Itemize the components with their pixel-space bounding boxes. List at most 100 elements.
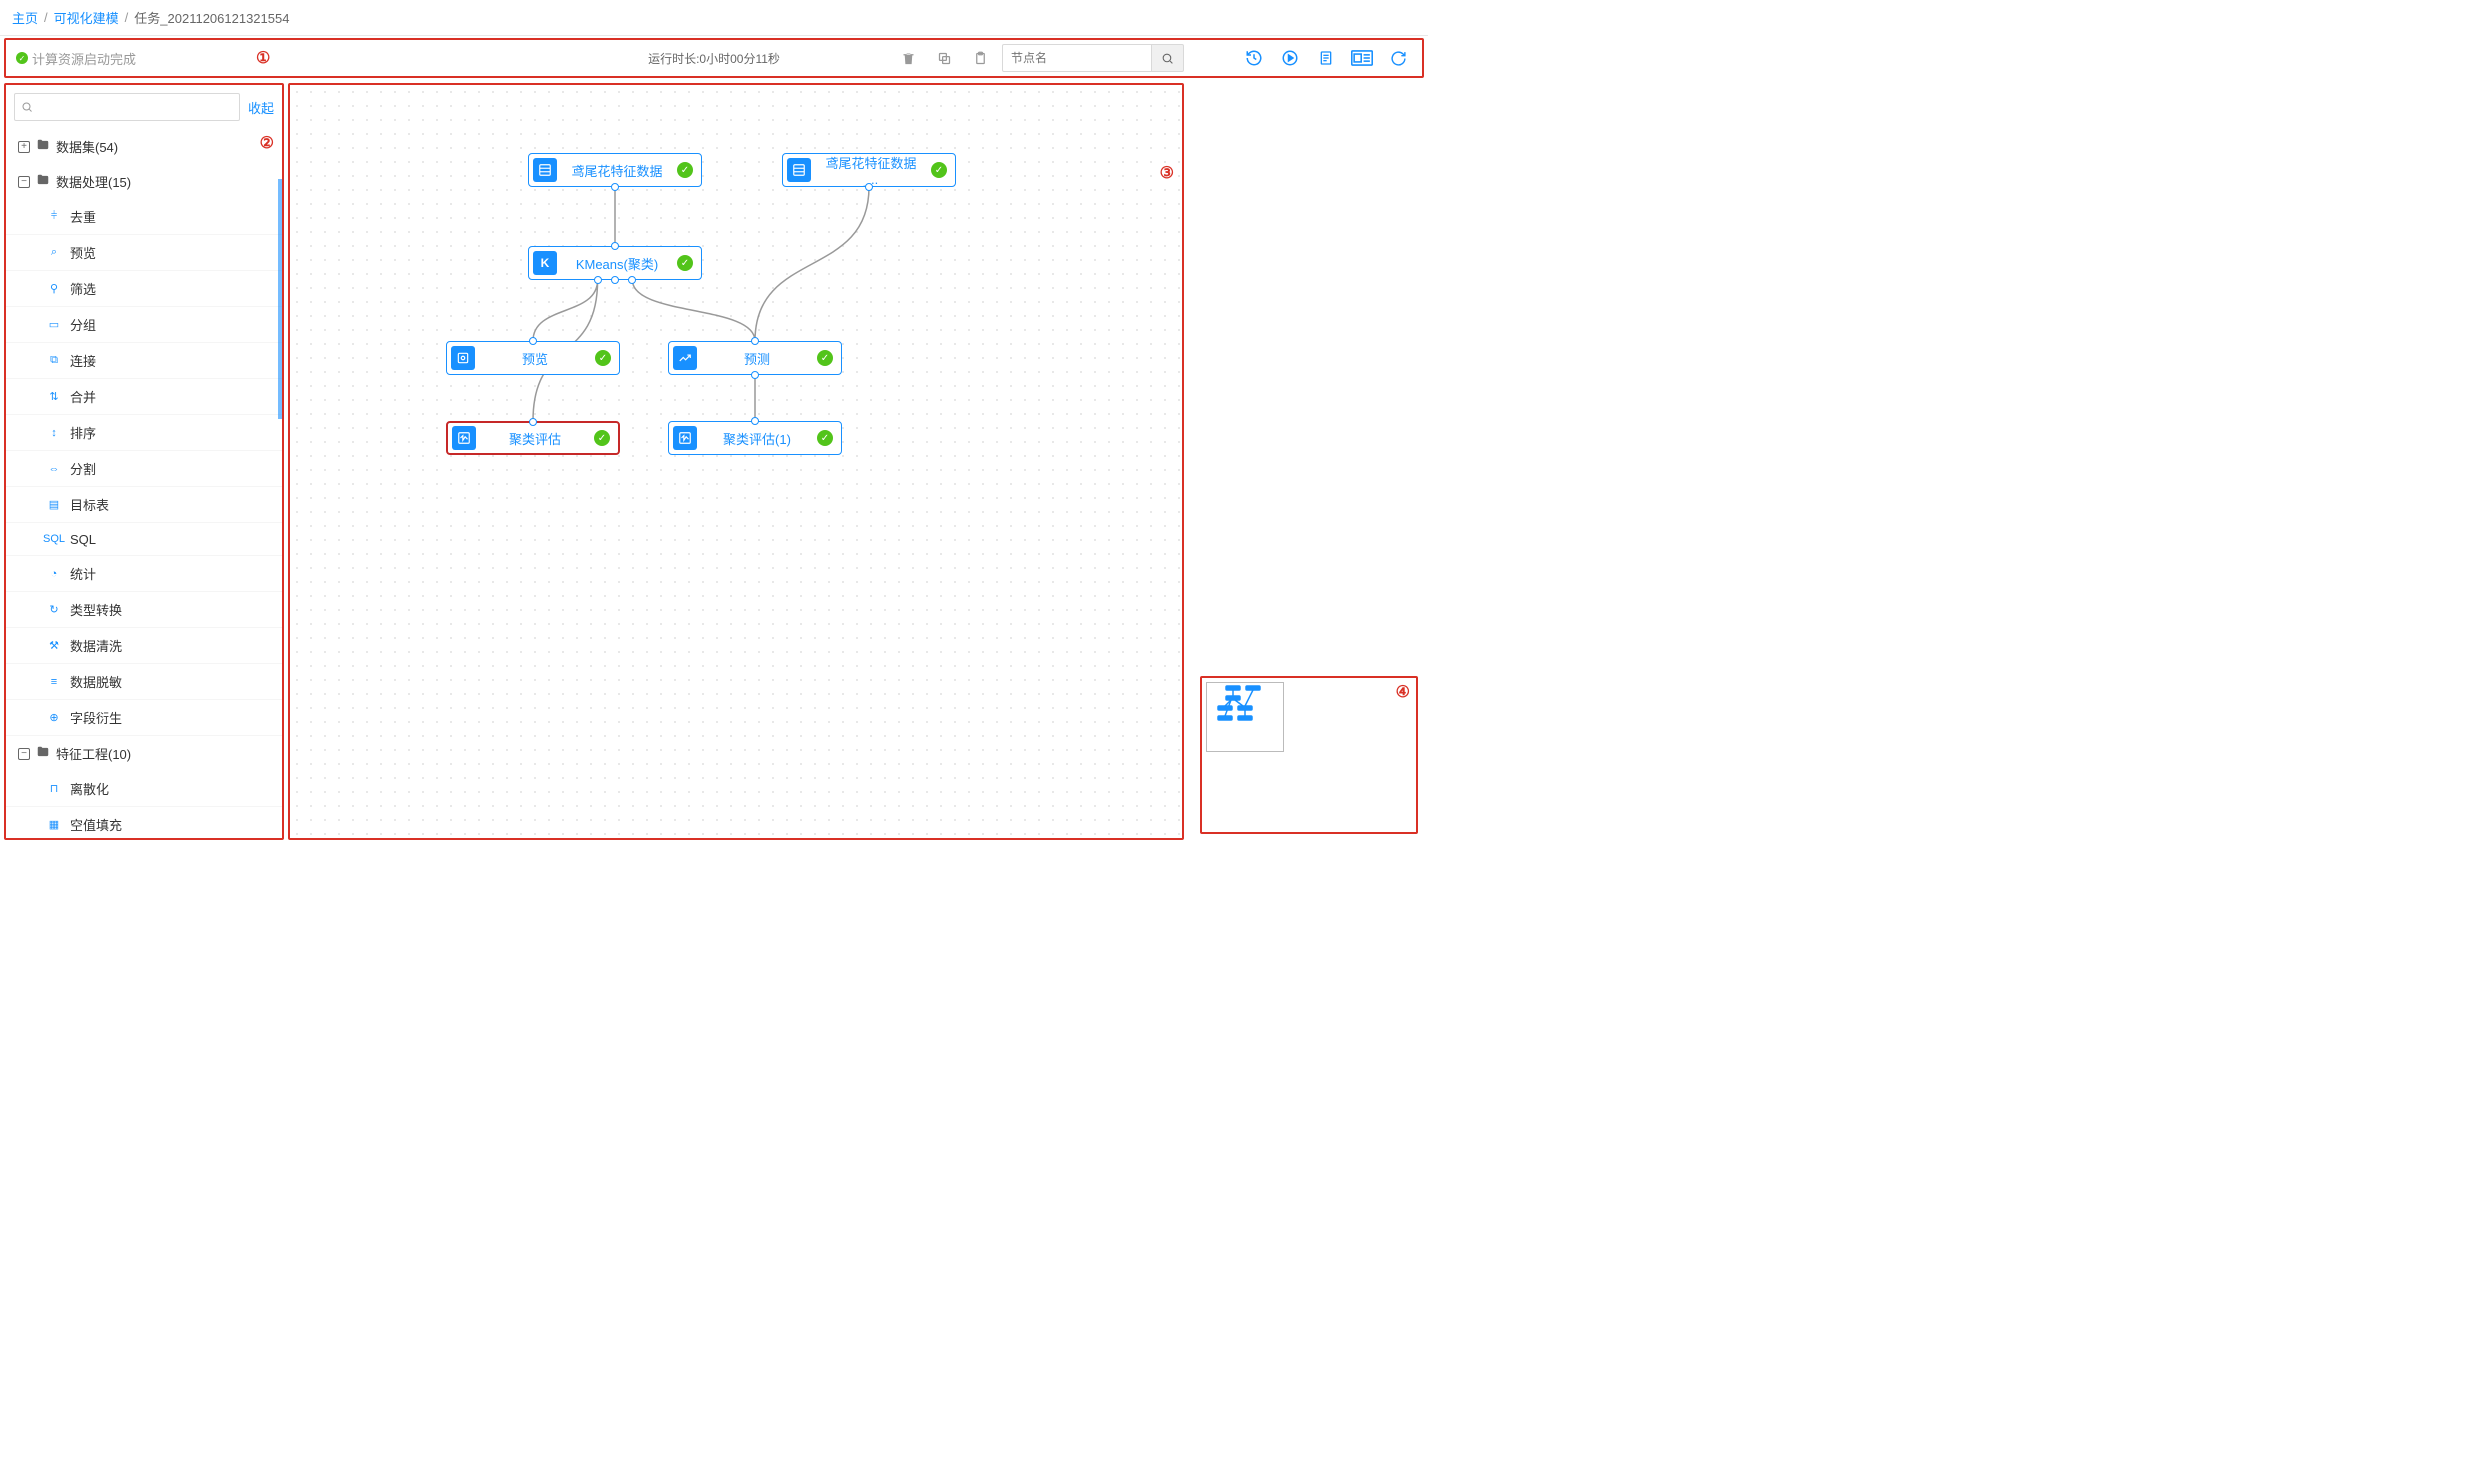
tree-item-label: 合并 xyxy=(70,387,96,406)
breadcrumb-home-link[interactable]: 主页 xyxy=(12,8,38,27)
sidebar-collapse-link[interactable]: 收起 xyxy=(248,98,274,117)
output-port[interactable] xyxy=(628,276,636,284)
tree-item-label: 连接 xyxy=(70,351,96,370)
tree-item-label: 类型转换 xyxy=(70,600,122,619)
node-search-button[interactable] xyxy=(1152,44,1184,72)
split-icon: ⇔ xyxy=(46,461,62,477)
delete-button[interactable] xyxy=(894,44,922,72)
output-port[interactable] xyxy=(594,276,602,284)
tree-item[interactable]: ≡ 数据脱敏 xyxy=(6,664,282,700)
tree-item[interactable]: ▤ 目标表 xyxy=(6,487,282,523)
input-port[interactable] xyxy=(529,337,537,345)
discretize-icon: ⊓ xyxy=(46,781,62,797)
tree-item[interactable]: ⇅ 合并 xyxy=(6,379,282,415)
history-icon xyxy=(1245,49,1263,67)
node-label: 鸢尾花特征数据_.. xyxy=(819,153,923,187)
input-port[interactable] xyxy=(611,242,619,250)
tree-item[interactable]: SQL SQL xyxy=(6,523,282,556)
output-port[interactable] xyxy=(611,183,619,191)
trash-icon xyxy=(901,51,916,66)
flow-node[interactable]: 预览 ✓ xyxy=(446,341,620,375)
tree-item[interactable]: ↕ 排序 xyxy=(6,415,282,451)
component-tree[interactable]: + 数据集(54)− 数据处理(15)⫩ 去重⌕ 预览⚲ 筛选▭ 分组⧉ 连接⇅… xyxy=(6,129,282,838)
preview-node-icon xyxy=(451,346,475,370)
folder-icon xyxy=(36,173,50,190)
flow-node[interactable]: 聚类评估 ✓ xyxy=(446,421,620,455)
mask-icon: ≡ xyxy=(46,674,62,690)
input-port[interactable] xyxy=(751,417,759,425)
flow-edge[interactable] xyxy=(755,187,869,341)
minimap[interactable]: ④ xyxy=(1200,676,1418,834)
history-button[interactable] xyxy=(1240,44,1268,72)
flow-edge[interactable] xyxy=(533,280,598,341)
tree-group[interactable]: − 特征工程(10) xyxy=(6,736,282,771)
breadcrumb-section-link[interactable]: 可视化建模 xyxy=(54,8,119,27)
flow-node[interactable]: 聚类评估(1) ✓ xyxy=(668,421,842,455)
document-icon xyxy=(1318,50,1334,66)
refresh-button[interactable] xyxy=(1384,44,1412,72)
tree-item-label: 筛选 xyxy=(70,279,96,298)
tree-item[interactable]: ⌕ 预览 xyxy=(6,235,282,271)
node-label: 聚类评估(1) xyxy=(705,429,809,448)
paste-button[interactable] xyxy=(966,44,994,72)
tree-item[interactable]: ⚲ 筛选 xyxy=(6,271,282,307)
tree-item[interactable]: ⧉ 连接 xyxy=(6,343,282,379)
callout-4: ④ xyxy=(1396,682,1410,702)
merge-icon: ⇅ xyxy=(46,389,62,405)
status-success-icon: ✓ xyxy=(817,350,833,366)
input-port[interactable] xyxy=(751,337,759,345)
tree-item[interactable]: ▭ 分组 xyxy=(6,307,282,343)
breadcrumb-current: 任务_20211206121321554 xyxy=(134,8,289,27)
scrollbar-indicator[interactable] xyxy=(278,179,282,419)
flow-node[interactable]: 鸢尾花特征数据 ✓ xyxy=(528,153,702,187)
sidebar-search-input[interactable] xyxy=(14,93,240,121)
join-icon: ⧉ xyxy=(46,353,62,369)
tree-item[interactable]: ⊕ 字段衍生 xyxy=(6,700,282,736)
output-port[interactable] xyxy=(611,276,619,284)
tree-item[interactable]: ⊓ 离散化 xyxy=(6,771,282,807)
flow-node[interactable]: 鸢尾花特征数据_.. ✓ xyxy=(782,153,956,187)
flow-edge[interactable] xyxy=(632,280,755,341)
node-label: 聚类评估 xyxy=(484,429,586,448)
tree-item-label: 预览 xyxy=(70,243,96,262)
status-text: 计算资源启动完成 xyxy=(32,49,136,68)
tree-item-label: 离散化 xyxy=(70,779,109,798)
tree-item-label: 去重 xyxy=(70,207,96,226)
tree-item-label: 分组 xyxy=(70,315,96,334)
run-button[interactable] xyxy=(1276,44,1304,72)
output-port[interactable] xyxy=(865,183,873,191)
metrics-node-icon xyxy=(673,426,697,450)
copy-button[interactable] xyxy=(930,44,958,72)
metrics-node-icon xyxy=(452,426,476,450)
input-port[interactable] xyxy=(529,418,537,426)
breadcrumb-sep: / xyxy=(125,10,129,25)
tree-group-label: 数据集(54) xyxy=(56,137,118,156)
node-label: KMeans(聚类) xyxy=(565,254,669,273)
output-port[interactable] xyxy=(751,371,759,379)
tree-item[interactable]: ⇔ 分割 xyxy=(6,451,282,487)
status-success-icon: ✓ xyxy=(677,162,693,178)
flow-canvas[interactable]: ③ 鸢尾花特征数据 ✓ 鸢尾花特征数据_.. ✓ K KMeans(聚类) ✓ … xyxy=(288,83,1184,840)
sql-icon: SQL xyxy=(46,531,62,547)
log-button[interactable] xyxy=(1312,44,1340,72)
tree-group[interactable]: − 数据处理(15) xyxy=(6,164,282,199)
flow-node[interactable]: 预测 ✓ xyxy=(668,341,842,375)
tree-item-label: 数据清洗 xyxy=(70,636,122,655)
search-icon xyxy=(1161,52,1174,65)
flow-node[interactable]: K KMeans(聚类) ✓ xyxy=(528,246,702,280)
node-label: 鸢尾花特征数据 xyxy=(565,161,669,180)
tree-item[interactable]: ↻ 类型转换 xyxy=(6,592,282,628)
tree-item[interactable]: ◔ 统计 xyxy=(6,556,282,592)
tree-item[interactable]: ⚒ 数据清洗 xyxy=(6,628,282,664)
tree-item[interactable]: ⫩ 去重 xyxy=(6,199,282,235)
node-search-input[interactable] xyxy=(1002,44,1152,72)
collapse-toggle-icon: − xyxy=(18,176,30,188)
fillna-icon: ▦ xyxy=(46,817,62,833)
filter-icon: ⚲ xyxy=(46,281,62,297)
tree-group[interactable]: + 数据集(54) xyxy=(6,129,282,164)
tree-item-label: SQL xyxy=(70,532,96,547)
dataset-node-icon xyxy=(787,158,811,182)
tree-item[interactable]: ▦ 空值填充 xyxy=(6,807,282,838)
tree-group-label: 特征工程(10) xyxy=(56,744,131,763)
layout-button[interactable] xyxy=(1348,44,1376,72)
